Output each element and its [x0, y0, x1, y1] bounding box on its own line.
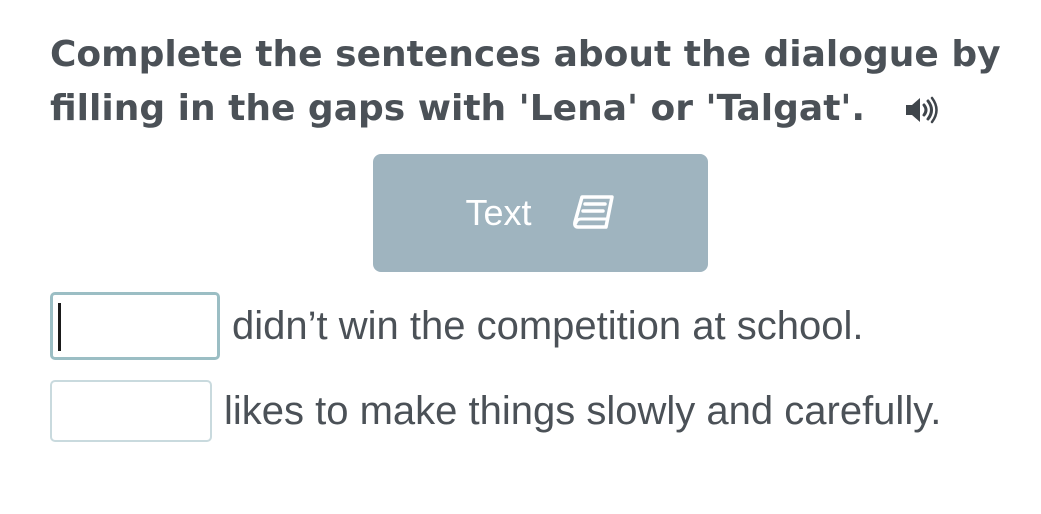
book-icon [572, 194, 616, 232]
gap-input-2[interactable] [50, 380, 212, 442]
text-button[interactable]: Text [373, 154, 708, 272]
text-caret [58, 303, 61, 351]
sentence-text-1: didn’t win the competition at school. [232, 303, 864, 348]
text-button-label: Text [465, 192, 532, 233]
sentence-row: likes to make things slowly and carefull… [50, 380, 941, 442]
gap-input-1[interactable] [50, 292, 220, 360]
instruction-text: Complete the sentences about the dialogu… [50, 34, 1001, 129]
sentence-row: didn’t win the competition at school. [50, 292, 863, 360]
speaker-icon[interactable] [902, 95, 942, 125]
sentence-text-2: likes to make things slowly and carefull… [224, 388, 942, 433]
instruction-heading: Complete the sentences about the dialogu… [50, 28, 1010, 136]
